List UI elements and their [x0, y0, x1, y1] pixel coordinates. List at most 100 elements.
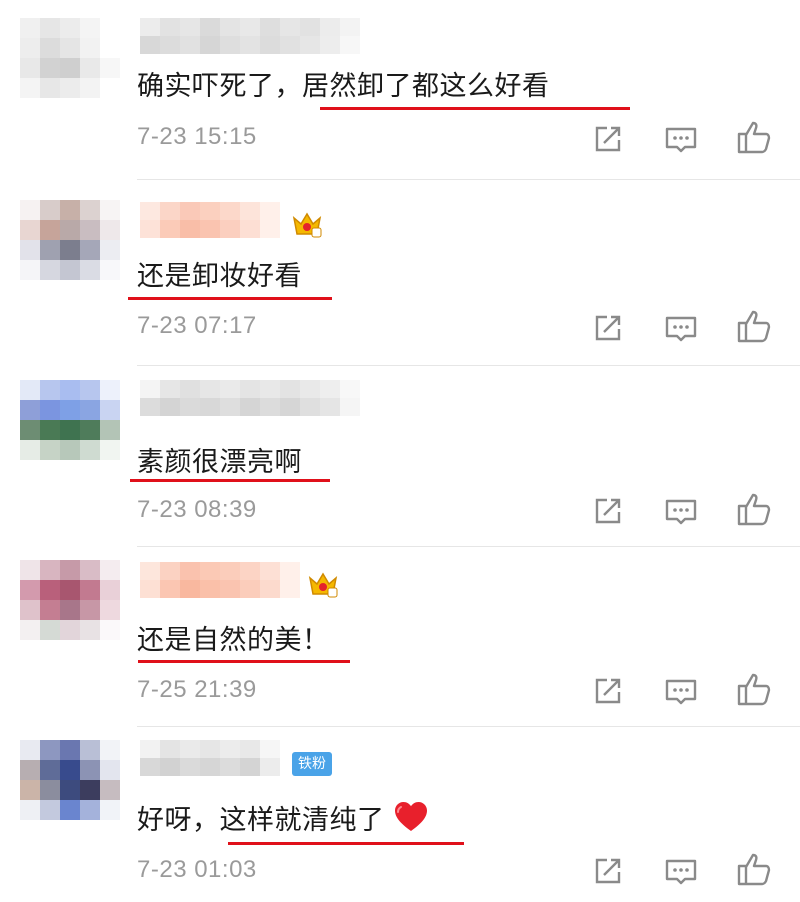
avatar-pixel [100, 800, 120, 820]
comment-button[interactable] [663, 673, 699, 709]
avatar-pixel [20, 200, 40, 220]
avatar-pixel [60, 780, 80, 800]
comment-text: 还是卸妆好看 [137, 261, 302, 292]
avatar-pixel [60, 560, 80, 580]
red-underline [138, 660, 350, 663]
red-underline [320, 107, 630, 110]
avatar-pixel [40, 620, 60, 640]
comment-item: 还是卸妆好看 7-23 07:17 [0, 180, 800, 366]
like-button[interactable] [736, 491, 772, 527]
avatar-pixel [20, 240, 40, 260]
avatar-pixel [60, 740, 80, 760]
like-button[interactable] [736, 119, 772, 155]
avatar-pixel [100, 380, 120, 400]
avatar-pixel [20, 18, 40, 38]
thumbs-up-icon [737, 493, 771, 526]
username-blurred[interactable] [140, 562, 300, 598]
comment-item: 素颜很漂亮啊 7-23 08:39 [0, 366, 800, 547]
username-blurred[interactable] [140, 740, 280, 776]
avatar-pixel [20, 620, 40, 640]
comment-button[interactable] [663, 493, 699, 529]
avatar-pixel [60, 38, 80, 58]
avatar-pixel [80, 58, 100, 78]
avatar-pixel [60, 580, 80, 600]
share-button[interactable] [590, 673, 626, 709]
comment-icon [665, 316, 697, 342]
avatar-pixel [40, 420, 60, 440]
avatar-pixel [100, 78, 120, 98]
avatar-pixel [80, 420, 100, 440]
avatar-pixel [80, 440, 100, 460]
avatar-pixel [60, 800, 80, 820]
like-button[interactable] [736, 851, 772, 887]
avatar-pixel [20, 38, 40, 58]
thumbs-up-icon [737, 853, 771, 886]
comment-text: 好呀，这样就清纯了 [137, 798, 428, 837]
avatar-pixel [100, 600, 120, 620]
comment-item: 还是自然的美！ 7-25 21:39 [0, 546, 800, 727]
avatar-pixel [60, 58, 80, 78]
share-button[interactable] [590, 310, 626, 346]
avatar-pixel [40, 380, 60, 400]
username-blurred[interactable] [140, 202, 280, 238]
avatar-pixel [40, 38, 60, 58]
avatar[interactable] [20, 200, 120, 280]
comment-icon [665, 859, 697, 885]
avatar-pixel [80, 78, 100, 98]
comment-icon [665, 127, 697, 153]
comment-item: 确实吓死了，居然卸了都这么好看 7-23 15:15 [0, 0, 800, 180]
avatar-pixel [20, 440, 40, 460]
avatar-pixel [60, 600, 80, 620]
comment-time: 7-25 21:39 [137, 676, 257, 703]
avatar-pixel [20, 260, 40, 280]
avatar-pixel [100, 200, 120, 220]
username-blurred[interactable] [140, 380, 360, 416]
avatar-pixel [80, 740, 100, 760]
avatar-pixel [80, 620, 100, 640]
avatar-pixel [60, 760, 80, 780]
avatar-pixel [40, 78, 60, 98]
share-button[interactable] [590, 493, 626, 529]
avatar[interactable] [20, 740, 120, 820]
share-button[interactable] [590, 853, 626, 889]
avatar-pixel [80, 38, 100, 58]
heart-icon [394, 802, 427, 831]
comment-button[interactable] [663, 121, 699, 157]
comment-time: 7-23 07:17 [137, 312, 257, 339]
avatar-pixel [60, 420, 80, 440]
comment-button[interactable] [663, 853, 699, 889]
avatar-pixel [100, 440, 120, 460]
avatar-pixel [20, 400, 40, 420]
share-icon [595, 498, 621, 524]
comment-text-main: 这样就清纯了 [219, 805, 385, 836]
avatar[interactable] [20, 380, 120, 460]
avatar[interactable] [20, 18, 120, 98]
avatar-pixel [40, 58, 60, 78]
avatar-pixel [20, 380, 40, 400]
avatar-pixel [80, 400, 100, 420]
comment-icon [665, 499, 697, 525]
avatar-pixel [80, 240, 100, 260]
avatar-pixel [20, 600, 40, 620]
comment-button[interactable] [663, 310, 699, 346]
comment-icon [665, 679, 697, 705]
like-button[interactable] [736, 308, 772, 344]
avatar-pixel [80, 600, 100, 620]
avatar-pixel [60, 400, 80, 420]
share-icon [595, 126, 621, 152]
avatar[interactable] [20, 560, 120, 640]
comment-item: 铁粉 好呀，这样就清纯了 7-23 01:03 [0, 726, 800, 902]
avatar-pixel [40, 560, 60, 580]
avatar-pixel [100, 38, 120, 58]
red-underline [128, 297, 332, 300]
share-icon [595, 858, 621, 884]
crown-badge-icon [292, 212, 322, 238]
like-button[interactable] [736, 671, 772, 707]
share-button[interactable] [590, 121, 626, 157]
avatar-pixel [100, 560, 120, 580]
username-blurred[interactable] [140, 18, 360, 54]
avatar-pixel [20, 58, 40, 78]
comment-time: 7-23 15:15 [137, 123, 257, 150]
comment-text: 素颜很漂亮啊 [137, 447, 302, 478]
avatar-pixel [100, 740, 120, 760]
